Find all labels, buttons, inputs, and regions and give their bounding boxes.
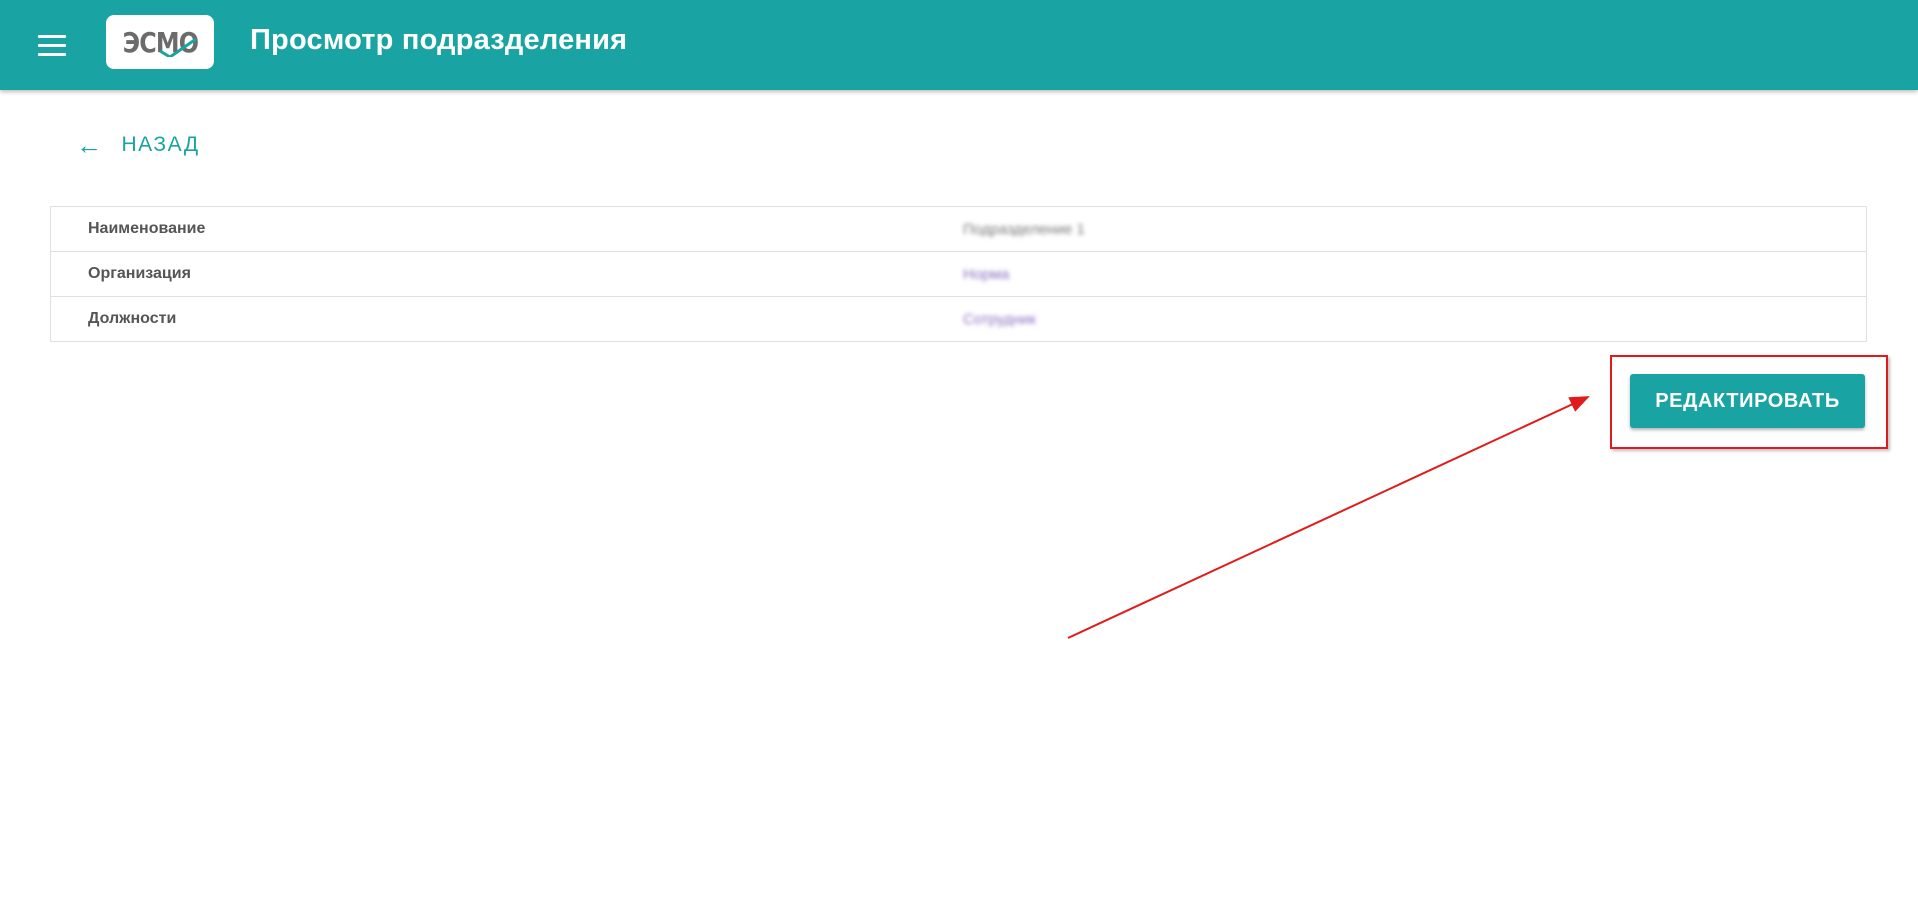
row-value[interactable]: Сотрудник <box>889 311 1036 328</box>
row-value: Подразделение 1 <box>963 220 1085 238</box>
table-row: Наименование Подразделение 1 <box>51 207 1866 252</box>
arrow-left-icon: ← <box>76 130 104 160</box>
row-label: Должности <box>88 310 177 327</box>
logo-check-icon <box>159 37 197 57</box>
table-row: Организация Норма <box>51 252 1866 297</box>
back-label: НАЗАД <box>121 133 200 156</box>
app-logo[interactable]: ЭСМО <box>106 15 214 69</box>
table-row: Должности Сотрудник <box>51 297 1866 341</box>
back-button[interactable]: ← НАЗАД <box>76 132 200 158</box>
edit-button[interactable]: РЕДАКТИРОВАТЬ <box>1630 374 1865 428</box>
app-bar: ЭСМО Просмотр подразделения <box>0 0 1918 90</box>
row-label: Организация <box>88 265 191 282</box>
row-value[interactable]: Норма <box>889 266 1009 283</box>
hamburger-menu-icon[interactable] <box>34 27 70 63</box>
page-title: Просмотр подразделения <box>250 24 628 56</box>
row-label: Наименование <box>88 220 206 237</box>
page: ЭСМО Просмотр подразделения ← НАЗАД Наим… <box>0 0 1918 899</box>
details-table: Наименование Подразделение 1 Организация… <box>50 206 1867 342</box>
annotation-arrow <box>1067 396 1590 639</box>
